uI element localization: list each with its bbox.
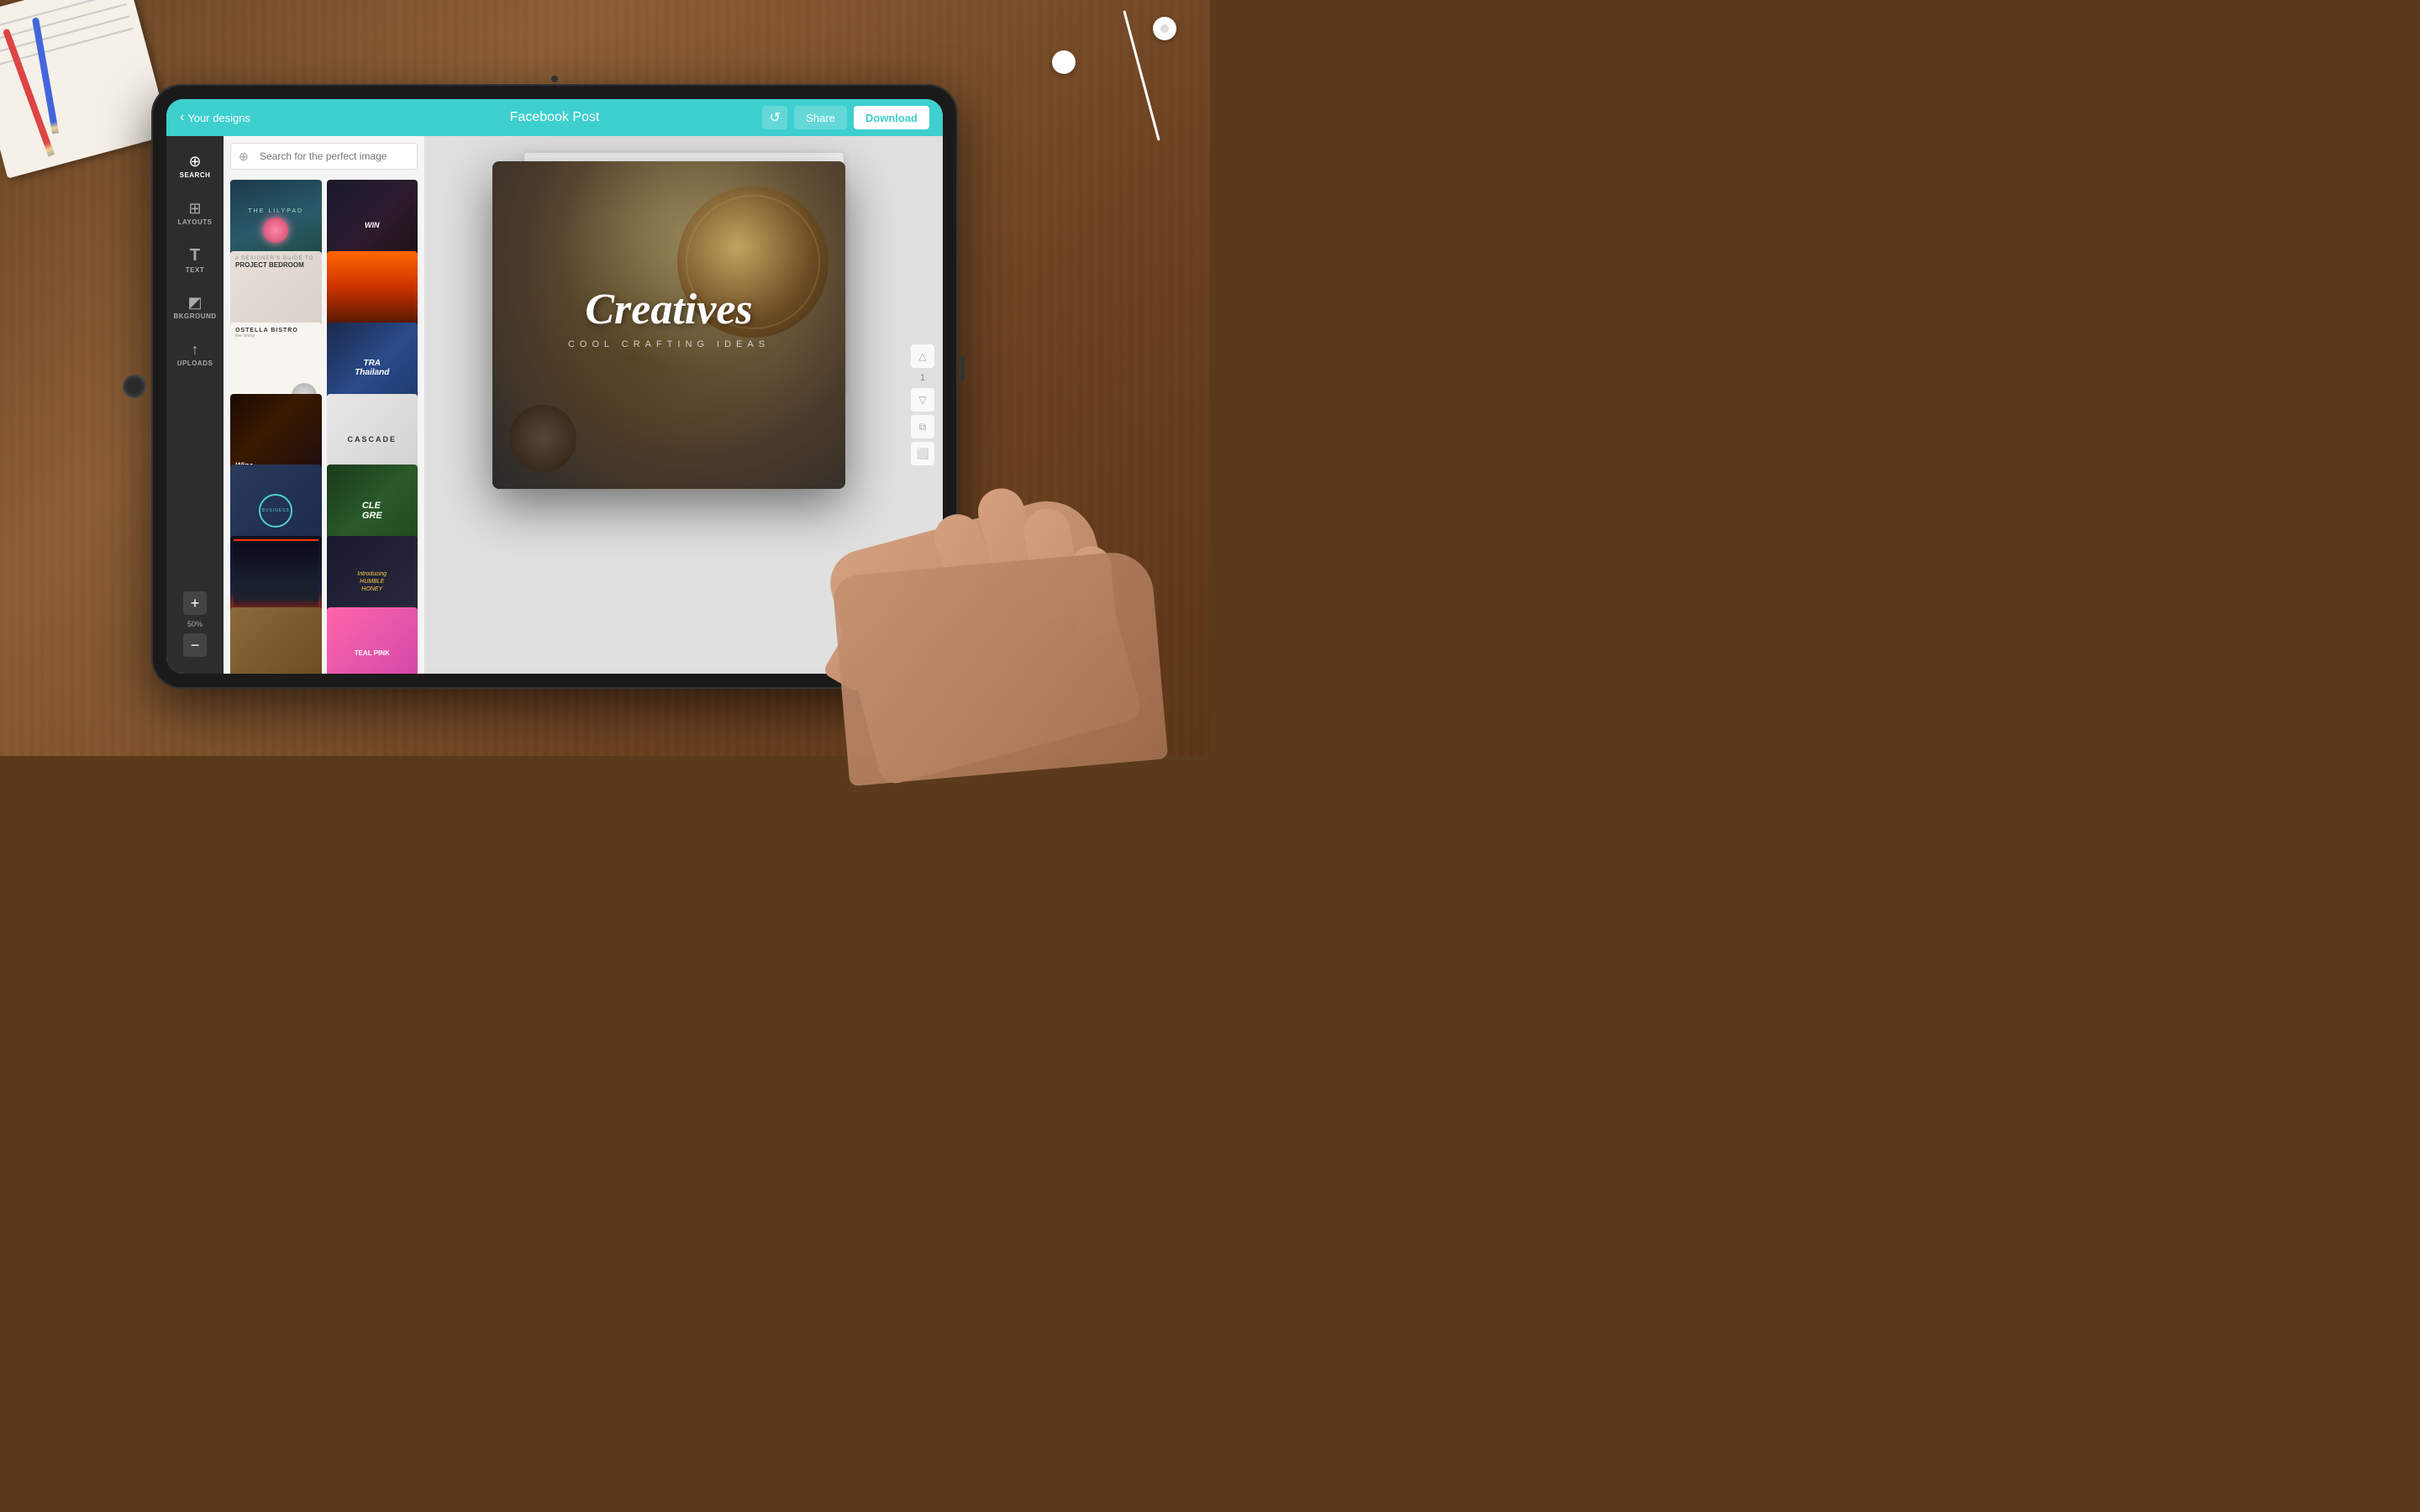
- sidebar: ⊕ SEARCH ⊞ LAYOUTS T TEXT ◩ BKGROUND: [166, 136, 224, 674]
- back-button[interactable]: ‹ Your designs: [180, 110, 250, 125]
- template-pink[interactable]: TEAL PINK: [327, 607, 418, 674]
- ipad-camera: [551, 76, 558, 82]
- add-page-label: + Add a new page: [644, 410, 724, 422]
- sidebar-item-text[interactable]: T TEXT: [170, 239, 220, 282]
- sidebar-text-label: TEXT: [186, 266, 204, 274]
- canvas-page-inner: [524, 153, 844, 392]
- zoom-out-button[interactable]: −: [183, 633, 207, 657]
- clegr-title: CLEGRE: [362, 501, 382, 521]
- search-input-wrapper: ⊕: [230, 143, 418, 170]
- zoom-in-button[interactable]: +: [183, 591, 207, 615]
- zoom-percent: 50%: [187, 617, 203, 632]
- sidebar-bkground-label: BKGROUND: [173, 312, 216, 320]
- sidebar-item-background[interactable]: ◩ BKGROUND: [170, 286, 220, 329]
- sidebar-layouts-label: LAYOUTS: [178, 218, 213, 226]
- sidebar-item-search[interactable]: ⊕ SEARCH: [170, 144, 220, 188]
- move-up-button[interactable]: △: [911, 344, 934, 368]
- share-button[interactable]: Share: [794, 106, 847, 129]
- add-page-button[interactable]: + Add a new page: [524, 402, 844, 429]
- sidebar-item-layouts[interactable]: ⊞ LAYOUTS: [170, 192, 220, 235]
- lilypad-title: THE LILYPAD: [248, 208, 303, 214]
- earphone-bud-right: [1153, 17, 1176, 40]
- honey-title: IntroducingHUMBLEHONEY: [357, 570, 387, 593]
- city-line: [234, 539, 318, 541]
- search-icon-inner: ⊕: [239, 150, 249, 164]
- cascade-title: CASCADE: [347, 435, 397, 444]
- sidebar-item-uploads[interactable]: ↑ UPLOADS: [170, 333, 220, 376]
- uploads-icon: ↑: [192, 342, 199, 357]
- ostella-name: OSTELLA BISTRO: [235, 328, 298, 333]
- move-down-button[interactable]: ▽: [911, 388, 934, 412]
- ipad-frame: ‹ Your designs Facebook Post ↺ Share Dow…: [151, 84, 958, 689]
- thailand-title: TRAThailand: [355, 359, 389, 377]
- wine-title: WIN: [365, 221, 380, 230]
- search-input[interactable]: [230, 143, 418, 170]
- text-icon: T: [190, 247, 200, 264]
- duplicate-button[interactable]: ⧉: [911, 415, 934, 438]
- zoom-controls: + 50% −: [183, 591, 207, 665]
- templates-grid: THE LILYPAD WIN A DESIGNER'S GUIDE TO PR…: [224, 176, 424, 674]
- project-title: PROJECT BEDROOM: [235, 261, 304, 270]
- delete-button[interactable]: ⬜: [911, 442, 934, 465]
- business-text: BUSINESS: [262, 508, 290, 513]
- sidebar-uploads-label: UPLOADS: [177, 360, 213, 367]
- lilypad-flower: [263, 218, 288, 243]
- back-label: Your designs: [187, 112, 250, 124]
- download-button[interactable]: Download: [854, 106, 929, 129]
- canvas-area[interactable]: + Add a new page △ 1 ▽ ⧉ ⬜: [425, 136, 943, 674]
- undo-icon: ↺: [769, 109, 780, 126]
- pink-title: TEAL PINK: [355, 649, 390, 657]
- search-box: ⊕: [224, 136, 424, 176]
- top-bar: ‹ Your designs Facebook Post ↺ Share Dow…: [166, 99, 943, 136]
- ipad-side-button[interactable]: [960, 356, 965, 381]
- layouts-icon: ⊞: [188, 201, 201, 216]
- undo-button[interactable]: ↺: [762, 106, 787, 129]
- background-icon: ◩: [187, 295, 202, 310]
- ostella-sub: fine dining: [235, 333, 255, 339]
- page-title: Facebook Post: [510, 110, 600, 125]
- sidebar-search-label: SEARCH: [180, 171, 211, 179]
- canvas-page[interactable]: [524, 153, 844, 392]
- right-controls: △ 1 ▽ ⧉ ⬜: [911, 344, 934, 465]
- back-chevron-icon: ‹: [180, 110, 184, 125]
- ipad-home-button[interactable]: [123, 375, 146, 398]
- template-panel: ⊕ THE LILYPAD WIN: [224, 136, 425, 674]
- app-container: ‹ Your designs Facebook Post ↺ Share Dow…: [166, 99, 943, 674]
- business-circle: BUSINESS: [259, 494, 292, 528]
- top-actions: ↺ Share Download: [762, 106, 929, 129]
- page-number: 1: [920, 371, 925, 385]
- earphone-bud-left: [1052, 50, 1076, 74]
- main-content: ⊕ SEARCH ⊞ LAYOUTS T TEXT ◩ BKGROUND: [166, 136, 943, 674]
- search-icon: ⊕: [188, 154, 201, 169]
- template-traditional[interactable]: TRADITIONAL: [230, 607, 322, 674]
- ipad-screen: ‹ Your designs Facebook Post ↺ Share Dow…: [166, 99, 943, 674]
